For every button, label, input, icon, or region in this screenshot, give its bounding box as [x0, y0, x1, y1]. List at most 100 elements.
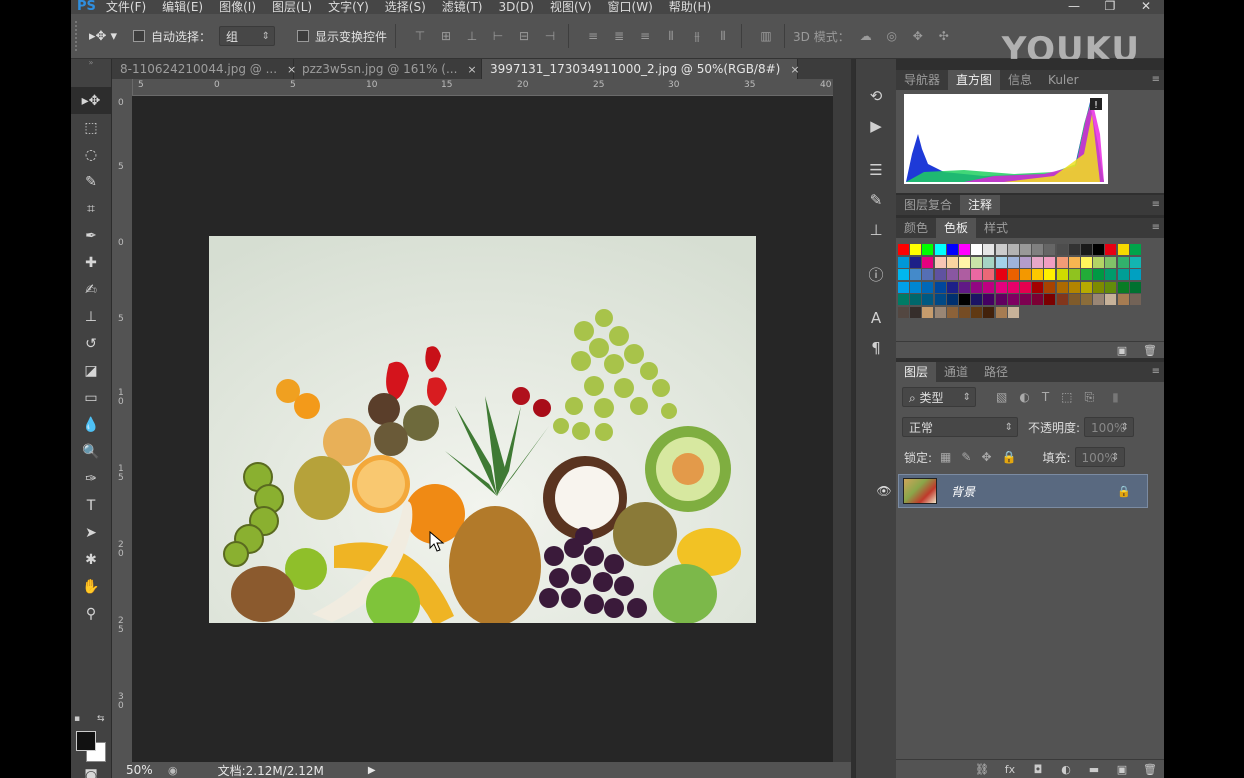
- menu-view[interactable]: 视图(V): [550, 0, 592, 14]
- tab-paths[interactable]: 路径: [976, 362, 1016, 382]
- color-swatch[interactable]: [1020, 294, 1031, 305]
- tab-kuler[interactable]: Kuler: [1040, 70, 1087, 90]
- color-swatch[interactable]: [1068, 294, 1080, 305]
- color-swatch[interactable]: [934, 294, 946, 305]
- color-swatch[interactable]: [898, 256, 909, 268]
- close-tab-icon[interactable]: ×: [467, 63, 476, 76]
- menu-image[interactable]: 图像(I): [219, 0, 256, 14]
- color-swatch[interactable]: [910, 256, 922, 268]
- color-swatch[interactable]: [1093, 269, 1105, 280]
- new-swatch-icon[interactable]: ▣: [1108, 344, 1136, 357]
- color-swatch[interactable]: [898, 244, 909, 255]
- blend-mode-dropdown[interactable]: 正常: [902, 417, 1018, 438]
- document-image[interactable]: [209, 236, 756, 623]
- color-swatch[interactable]: [1129, 269, 1141, 280]
- distribute-left-icon[interactable]: ⫴: [661, 28, 681, 44]
- roll-3d-icon[interactable]: ◎: [882, 28, 902, 44]
- color-swatch[interactable]: [1056, 294, 1068, 305]
- color-swatch[interactable]: [1068, 281, 1080, 293]
- color-swatch[interactable]: [995, 306, 1007, 318]
- tab-notes[interactable]: 注释: [960, 195, 1001, 215]
- color-swatch[interactable]: [983, 306, 995, 318]
- color-swatch[interactable]: [1007, 244, 1019, 255]
- color-swatch[interactable]: [1007, 269, 1019, 280]
- toolbar-collapse-icon[interactable]: »: [71, 59, 111, 67]
- color-swatch[interactable]: [910, 281, 922, 293]
- marquee-tool-icon[interactable]: ⬚: [71, 114, 111, 141]
- align-left-icon[interactable]: ⊢: [488, 28, 508, 44]
- eyedropper-tool-icon[interactable]: ✒: [71, 222, 111, 249]
- brush-presets-panel-icon[interactable]: ✎: [856, 185, 896, 215]
- color-swatch[interactable]: [910, 269, 922, 280]
- panel-menu-icon[interactable]: ≡: [1152, 195, 1160, 215]
- color-swatch[interactable]: [959, 281, 970, 293]
- foreground-color-swatch[interactable]: [76, 731, 96, 751]
- color-swatch[interactable]: [910, 294, 922, 305]
- color-swatch[interactable]: [1007, 306, 1019, 318]
- gradient-tool-icon[interactable]: ▭: [71, 384, 111, 411]
- color-swatch[interactable]: [898, 269, 909, 280]
- color-swatch[interactable]: [1081, 294, 1092, 305]
- panel-menu-icon[interactable]: ≡: [1152, 218, 1160, 238]
- clone-stamp-tool-icon[interactable]: ⊥: [71, 303, 111, 330]
- slide-3d-icon[interactable]: ✣: [934, 28, 954, 44]
- color-swatch[interactable]: [959, 294, 970, 305]
- color-swatch[interactable]: [898, 294, 909, 305]
- quick-select-tool-icon[interactable]: ✎: [71, 168, 111, 195]
- color-swatch[interactable]: [1044, 256, 1056, 268]
- color-swatch[interactable]: [922, 256, 934, 268]
- color-swatch[interactable]: [922, 281, 934, 293]
- color-swatch[interactable]: [934, 244, 946, 255]
- menu-3d[interactable]: 3D(D): [498, 0, 533, 14]
- color-swatch[interactable]: [1007, 281, 1019, 293]
- filter-smart-icon[interactable]: ⎘: [1085, 390, 1095, 405]
- color-swatch[interactable]: [1081, 256, 1092, 268]
- menu-edit[interactable]: 编辑(E): [162, 0, 203, 14]
- adjustment-layer-icon[interactable]: ◐: [1052, 763, 1080, 776]
- color-swatch[interactable]: [1068, 269, 1080, 280]
- color-swatch[interactable]: [971, 281, 983, 293]
- auto-align-icon[interactable]: ▥: [756, 28, 776, 44]
- color-swatch[interactable]: [1129, 256, 1141, 268]
- type-tool-icon[interactable]: T: [71, 492, 111, 519]
- color-swatch[interactable]: [1044, 244, 1056, 255]
- color-swatch[interactable]: [1093, 281, 1105, 293]
- distribute-hcenter-icon[interactable]: ⫵: [687, 28, 707, 44]
- layer-name[interactable]: 背景: [951, 483, 975, 500]
- info-panel-icon[interactable]: ⓘ: [856, 259, 896, 289]
- color-swatch[interactable]: [959, 306, 970, 318]
- menu-layer[interactable]: 图层(L): [272, 0, 312, 14]
- color-swatch[interactable]: [946, 294, 958, 305]
- color-swatch[interactable]: [1093, 294, 1105, 305]
- path-select-tool-icon[interactable]: ➤: [71, 519, 111, 546]
- color-swatch[interactable]: [1117, 244, 1129, 255]
- vertical-scrollbar[interactable]: [833, 79, 851, 762]
- lock-pixels-icon[interactable]: ✎: [961, 450, 971, 464]
- color-swatch[interactable]: [1032, 281, 1044, 293]
- color-swatch[interactable]: [995, 281, 1007, 293]
- color-swatch[interactable]: [971, 269, 983, 280]
- tab-swatches[interactable]: 色板: [936, 218, 977, 238]
- color-swatch[interactable]: [922, 294, 934, 305]
- color-swatch[interactable]: [1129, 294, 1141, 305]
- tab-info[interactable]: 信息: [1000, 70, 1040, 90]
- tab-color[interactable]: 颜色: [896, 218, 936, 238]
- close-tab-icon[interactable]: ×: [790, 63, 799, 76]
- menu-help[interactable]: 帮助(H): [669, 0, 711, 14]
- color-swatch[interactable]: [1105, 244, 1117, 255]
- color-swatch[interactable]: [1056, 269, 1068, 280]
- lasso-tool-icon[interactable]: ◌: [71, 141, 111, 168]
- color-swatch[interactable]: [934, 281, 946, 293]
- color-swatch[interactable]: [1093, 244, 1105, 255]
- color-swatch[interactable]: [1020, 244, 1031, 255]
- pan-3d-icon[interactable]: ✥: [908, 28, 928, 44]
- close-icon[interactable]: ✕: [1128, 0, 1164, 14]
- new-layer-icon[interactable]: ▣: [1108, 763, 1136, 776]
- align-bottom-icon[interactable]: ⊥: [462, 28, 482, 44]
- color-swatch[interactable]: [1020, 269, 1031, 280]
- color-swatch[interactable]: [971, 294, 983, 305]
- layer-filter-kind[interactable]: ⌕ 类型: [902, 387, 976, 408]
- zoom-tool-icon[interactable]: ⚲: [71, 600, 111, 627]
- tab-doc-3[interactable]: 3997131_173034911000_2.jpg @ 50%(RGB/8#)…: [482, 59, 800, 79]
- color-swatch[interactable]: [1117, 269, 1129, 280]
